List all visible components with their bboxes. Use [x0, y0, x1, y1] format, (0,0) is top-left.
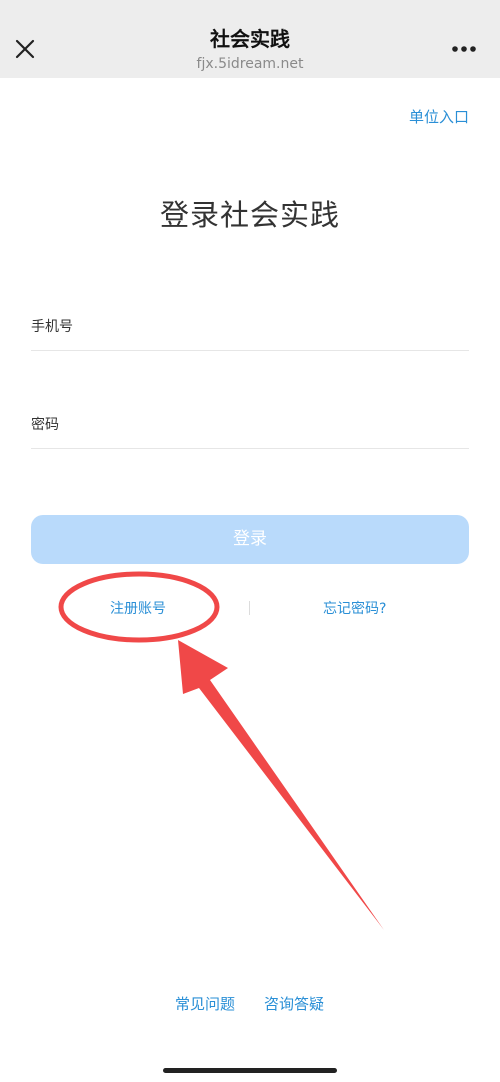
register-link[interactable]: 注册账号	[110, 598, 166, 620]
home-indicator[interactable]	[163, 1068, 337, 1073]
consult-link[interactable]: 咨询答疑	[264, 993, 324, 1015]
faq-link[interactable]: 常见问题	[175, 993, 235, 1015]
annotation-arrow	[178, 640, 384, 930]
phone-input[interactable]	[31, 306, 469, 348]
forgot-password-link[interactable]: 忘记密码?	[323, 598, 386, 620]
close-button[interactable]	[10, 34, 40, 64]
unit-entry-link[interactable]: 单位入口	[409, 106, 469, 128]
close-icon	[15, 39, 35, 59]
password-field-container	[31, 404, 469, 449]
page-title: 登录社会实践	[159, 198, 340, 232]
login-button[interactable]: 登录	[31, 515, 469, 564]
nav-title-block: 社会实践 fjx.5idream.net	[100, 26, 400, 74]
nav-title: 社会实践	[210, 27, 290, 51]
more-dots-icon	[452, 46, 476, 52]
link-divider	[249, 601, 250, 615]
phone-field-container	[31, 306, 469, 351]
nav-url: fjx.5idream.net	[196, 56, 304, 72]
more-button[interactable]	[446, 34, 482, 64]
password-input[interactable]	[31, 404, 469, 446]
nav-bar: 社会实践 fjx.5idream.net	[0, 0, 500, 78]
